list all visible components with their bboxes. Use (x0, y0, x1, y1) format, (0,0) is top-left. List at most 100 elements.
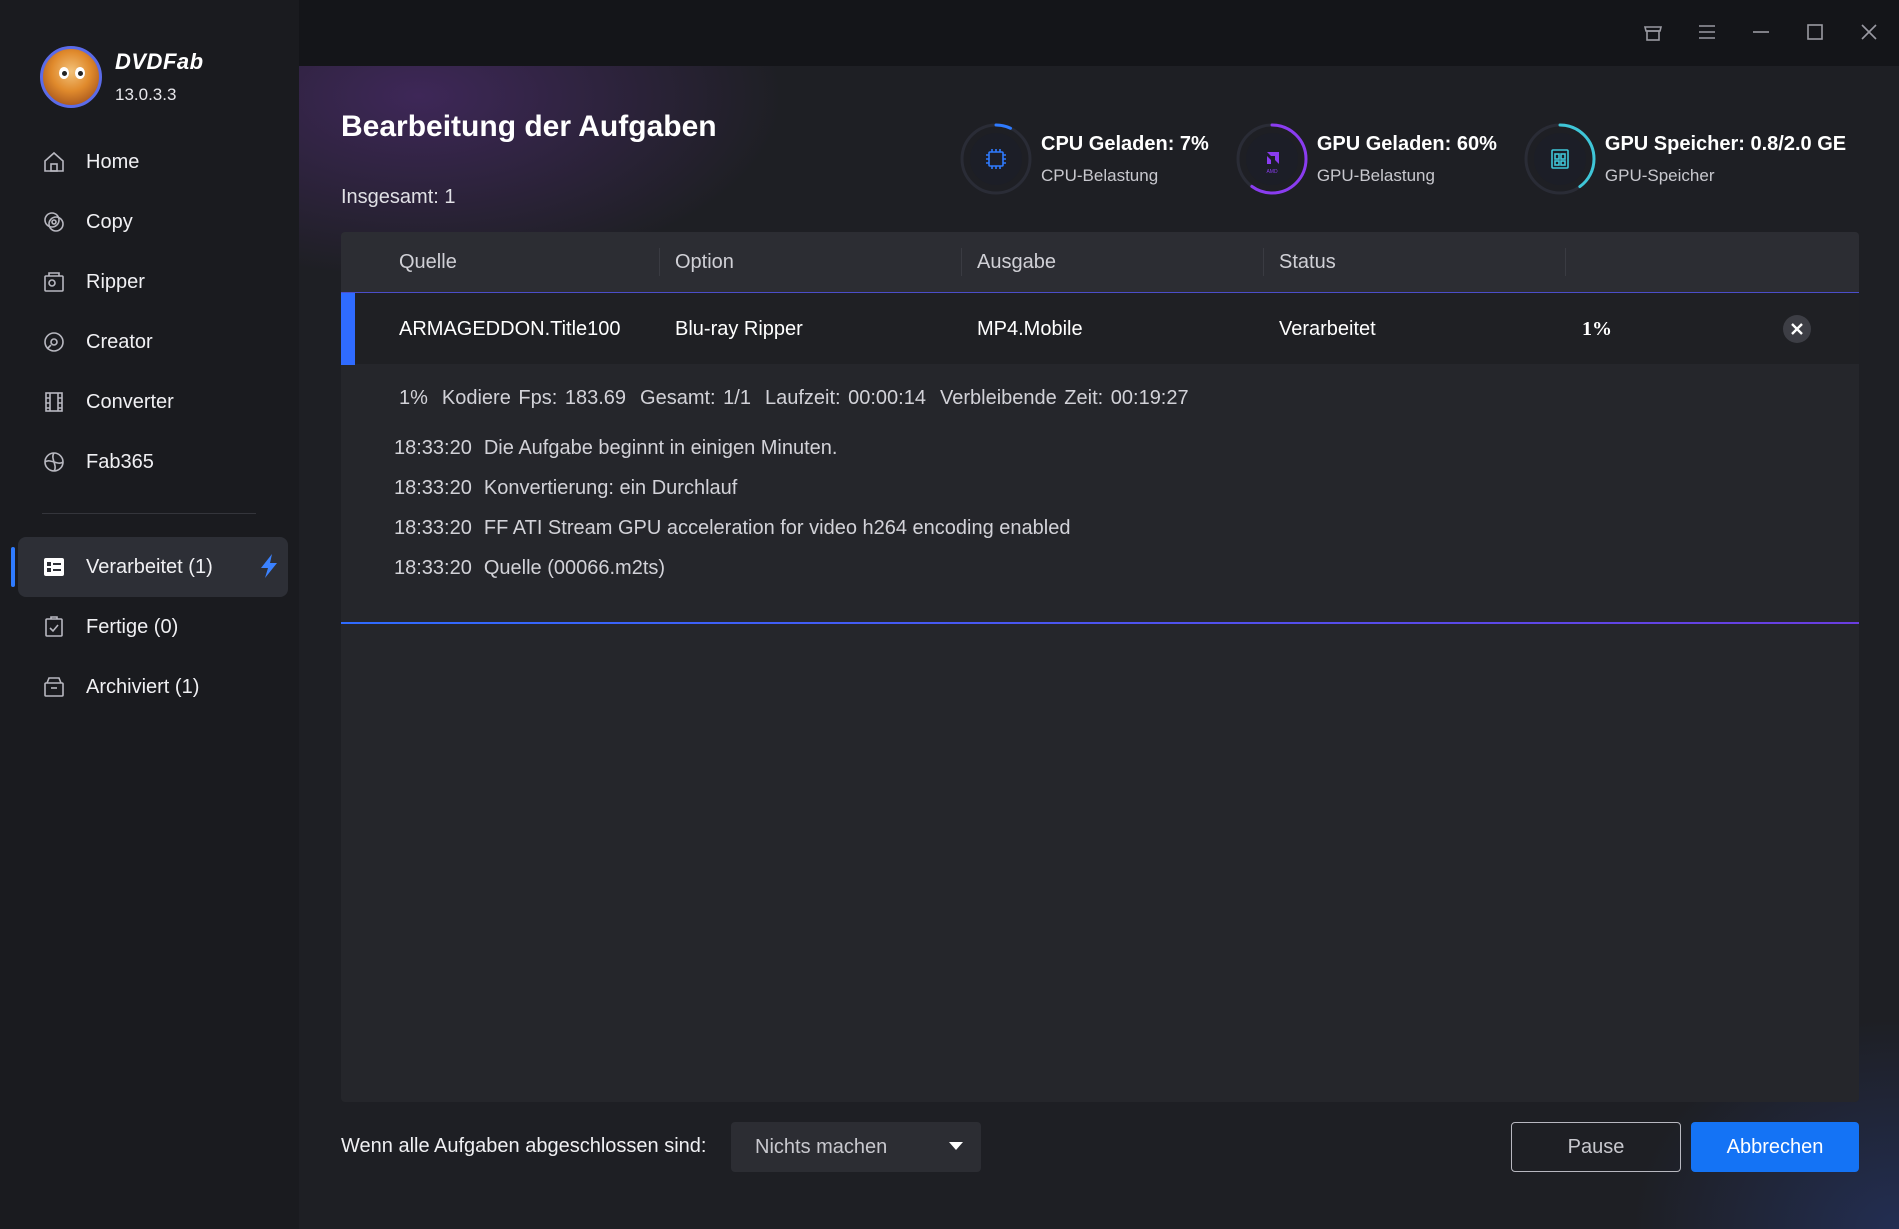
minimize-icon (1753, 31, 1769, 33)
clipboard-check-icon (42, 615, 66, 639)
close-icon (1791, 323, 1803, 335)
copy-icon (42, 210, 66, 234)
cpu-stat-text: CPU Geladen: 7% CPU-Belastung (1041, 133, 1209, 186)
sidebar-item-label: Home (86, 150, 140, 173)
sidebar-item-label: Verarbeitet (1) (86, 555, 213, 578)
fab365-icon (42, 450, 66, 474)
minimize-button[interactable] (1743, 14, 1779, 50)
cell-output: MP4.Mobile (977, 317, 1083, 340)
sidebar-item-finished[interactable]: Fertige (0) (0, 597, 299, 657)
sidebar-item-home[interactable]: Home (0, 132, 299, 192)
log-time: 18:33:20 (394, 517, 472, 539)
log-time: 18:33:20 (394, 557, 472, 579)
log-entry: 18:33:20 Die Aufgabe beginnt in einigen M… (394, 428, 1859, 468)
log-time: 18:33:20 (394, 477, 472, 499)
after-completion-value: Nichts machen (755, 1135, 888, 1158)
gpu-stat-text: GPU Geladen: 60% GPU-Belastung (1317, 133, 1497, 186)
task-nav: Verarbeitet (1) Fertige (0) Archiviert (… (0, 537, 299, 717)
sidebar-item-archived[interactable]: Archiviert (1) (0, 657, 299, 717)
gpu-memory-stat-text: GPU Speicher: 0.8/2.0 GE GPU-Speicher (1605, 133, 1846, 186)
sidebar-item-ripper[interactable]: Ripper (0, 252, 299, 312)
monkey-logo-icon (40, 46, 102, 108)
column-separator (659, 248, 660, 276)
pause-button[interactable]: Pause (1511, 1122, 1681, 1172)
sidebar-item-processing[interactable]: Verarbeitet (1) (11, 537, 288, 597)
sidebar-item-copy[interactable]: Copy (0, 192, 299, 252)
page-title: Bearbeitung der Aufgaben (341, 110, 717, 143)
home-icon (42, 150, 66, 174)
archive-icon (42, 675, 66, 699)
cpu-stat: CPU Geladen: 7% CPU-Belastung (959, 122, 1209, 196)
sidebar-item-label: Fertige (0) (86, 615, 179, 638)
task-detail: 1% Kodiere Fps: 183.69 Gesamt: 1/1 Laufzeit… (341, 364, 1859, 624)
log-text: Die Aufgabe beginnt in einigen Minuten. (483, 437, 838, 459)
task-panel: Quelle Option Ausgabe Status ARMAGEDDON.… (341, 232, 1859, 1102)
sidebar-item-creator[interactable]: Creator (0, 312, 299, 372)
logo-text: DVDFab 13.0.3.3 (115, 49, 204, 105)
log-list: 18:33:20 Die Aufgabe beginnt in einigen M… (394, 428, 1859, 588)
gpu-memory-stat: GPU Speicher: 0.8/2.0 GE GPU-Speicher (1523, 122, 1846, 196)
log-time: 18:33:20 (394, 437, 472, 459)
gpu-memory-title: GPU Speicher: 0.8/2.0 GE (1604, 132, 1847, 155)
cpu-load-ring (959, 122, 1033, 196)
maximize-icon (1807, 24, 1823, 40)
cell-option: Blu-ray Ripper (675, 317, 803, 340)
amd-label: AMD (1266, 169, 1278, 175)
store-icon (1643, 26, 1663, 41)
sidebar-item-label: Archiviert (1) (86, 675, 200, 698)
remaining-time: Verbleibende Zeit: 00:19:27 (939, 387, 1189, 409)
log-entry: 18:33:20 Quelle (00066.m2ts) (394, 548, 1859, 588)
sidebar-item-label: Converter (86, 390, 174, 413)
cell-progress-percent: 1% (1582, 317, 1612, 340)
title-bar (299, 0, 1899, 66)
close-window-button[interactable] (1851, 14, 1887, 50)
close-icon (1861, 24, 1877, 40)
cell-source: ARMAGEDDON.Title100 (399, 317, 621, 340)
creator-icon (42, 330, 66, 354)
cancel-button[interactable]: Abbrechen (1691, 1122, 1859, 1172)
log-entry: 18:33:20 FF ATI Stream GPU acceleration f… (394, 508, 1859, 548)
after-completion-select[interactable]: Nichts machen (731, 1122, 981, 1172)
total-count: Gesamt: 1/1 (640, 387, 751, 409)
remove-task-button[interactable] (1783, 315, 1811, 343)
detail-divider (341, 622, 1859, 624)
sidebar-item-label: Creator (86, 330, 153, 353)
log-text: Quelle (00066.m2ts) (483, 557, 666, 579)
progress-summary: 1% Kodiere Fps: 183.69 Gesamt: 1/1 Laufzeit… (399, 387, 1859, 410)
gpu-memory-ring (1523, 122, 1597, 196)
column-header-status: Status (1279, 250, 1336, 273)
column-separator (1263, 248, 1264, 276)
maximize-button[interactable] (1797, 14, 1833, 50)
log-text: Konvertierung: ein Durchlauf (483, 477, 738, 499)
gpu-load-title: GPU Geladen: 60% (1316, 132, 1497, 155)
app-version: 13.0.3.3 (115, 85, 177, 104)
menu-button[interactable] (1689, 14, 1725, 50)
sidebar-item-fab365[interactable]: Fab365 (0, 432, 299, 492)
runtime: Laufzeit: 00:00:14 (764, 387, 926, 409)
gpu-load-sub: GPU-Belastung (1316, 165, 1435, 185)
ripper-icon (42, 270, 66, 294)
sidebar-item-label: Copy (86, 210, 133, 233)
table-row[interactable]: ARMAGEDDON.Title100 Blu-ray Ripper MP4.M… (341, 292, 1859, 365)
caret-down-icon (949, 1142, 963, 1150)
column-separator (961, 248, 962, 276)
system-stats: CPU Geladen: 7% CPU-Belastung AMD GPU Ge… (959, 122, 1872, 196)
column-header-output: Ausgabe (977, 250, 1056, 273)
app-brand: DVDFab (115, 49, 204, 74)
hamburger-menu-icon (1699, 25, 1715, 39)
log-entry: 18:33:20 Konvertierung: ein Durchlauf (394, 468, 1859, 508)
gpu-memory-sub: GPU-Speicher (1604, 165, 1715, 185)
app-logo: DVDFab 13.0.3.3 (40, 42, 204, 112)
sidebar-item-label: Ripper (86, 270, 145, 293)
cpu-load-title: CPU Geladen: 7% (1041, 132, 1209, 155)
store-button[interactable] (1635, 14, 1671, 50)
column-header-source: Quelle (399, 250, 457, 273)
sidebar-item-converter[interactable]: Converter (0, 372, 299, 432)
sidebar-item-label: Fab365 (86, 450, 154, 473)
task-total: Insgesamt: 1 (341, 186, 456, 208)
gpu-load-ring: AMD (1235, 122, 1309, 196)
window-controls (1635, 14, 1887, 50)
sidebar: DVDFab 13.0.3.3 Home Copy Ripper Creator… (0, 0, 299, 1229)
main-content: Bearbeitung der Aufgaben Insgesamt: 1 CP… (299, 66, 1899, 1229)
main-nav: Home Copy Ripper Creator Converter Fab36… (0, 132, 299, 492)
